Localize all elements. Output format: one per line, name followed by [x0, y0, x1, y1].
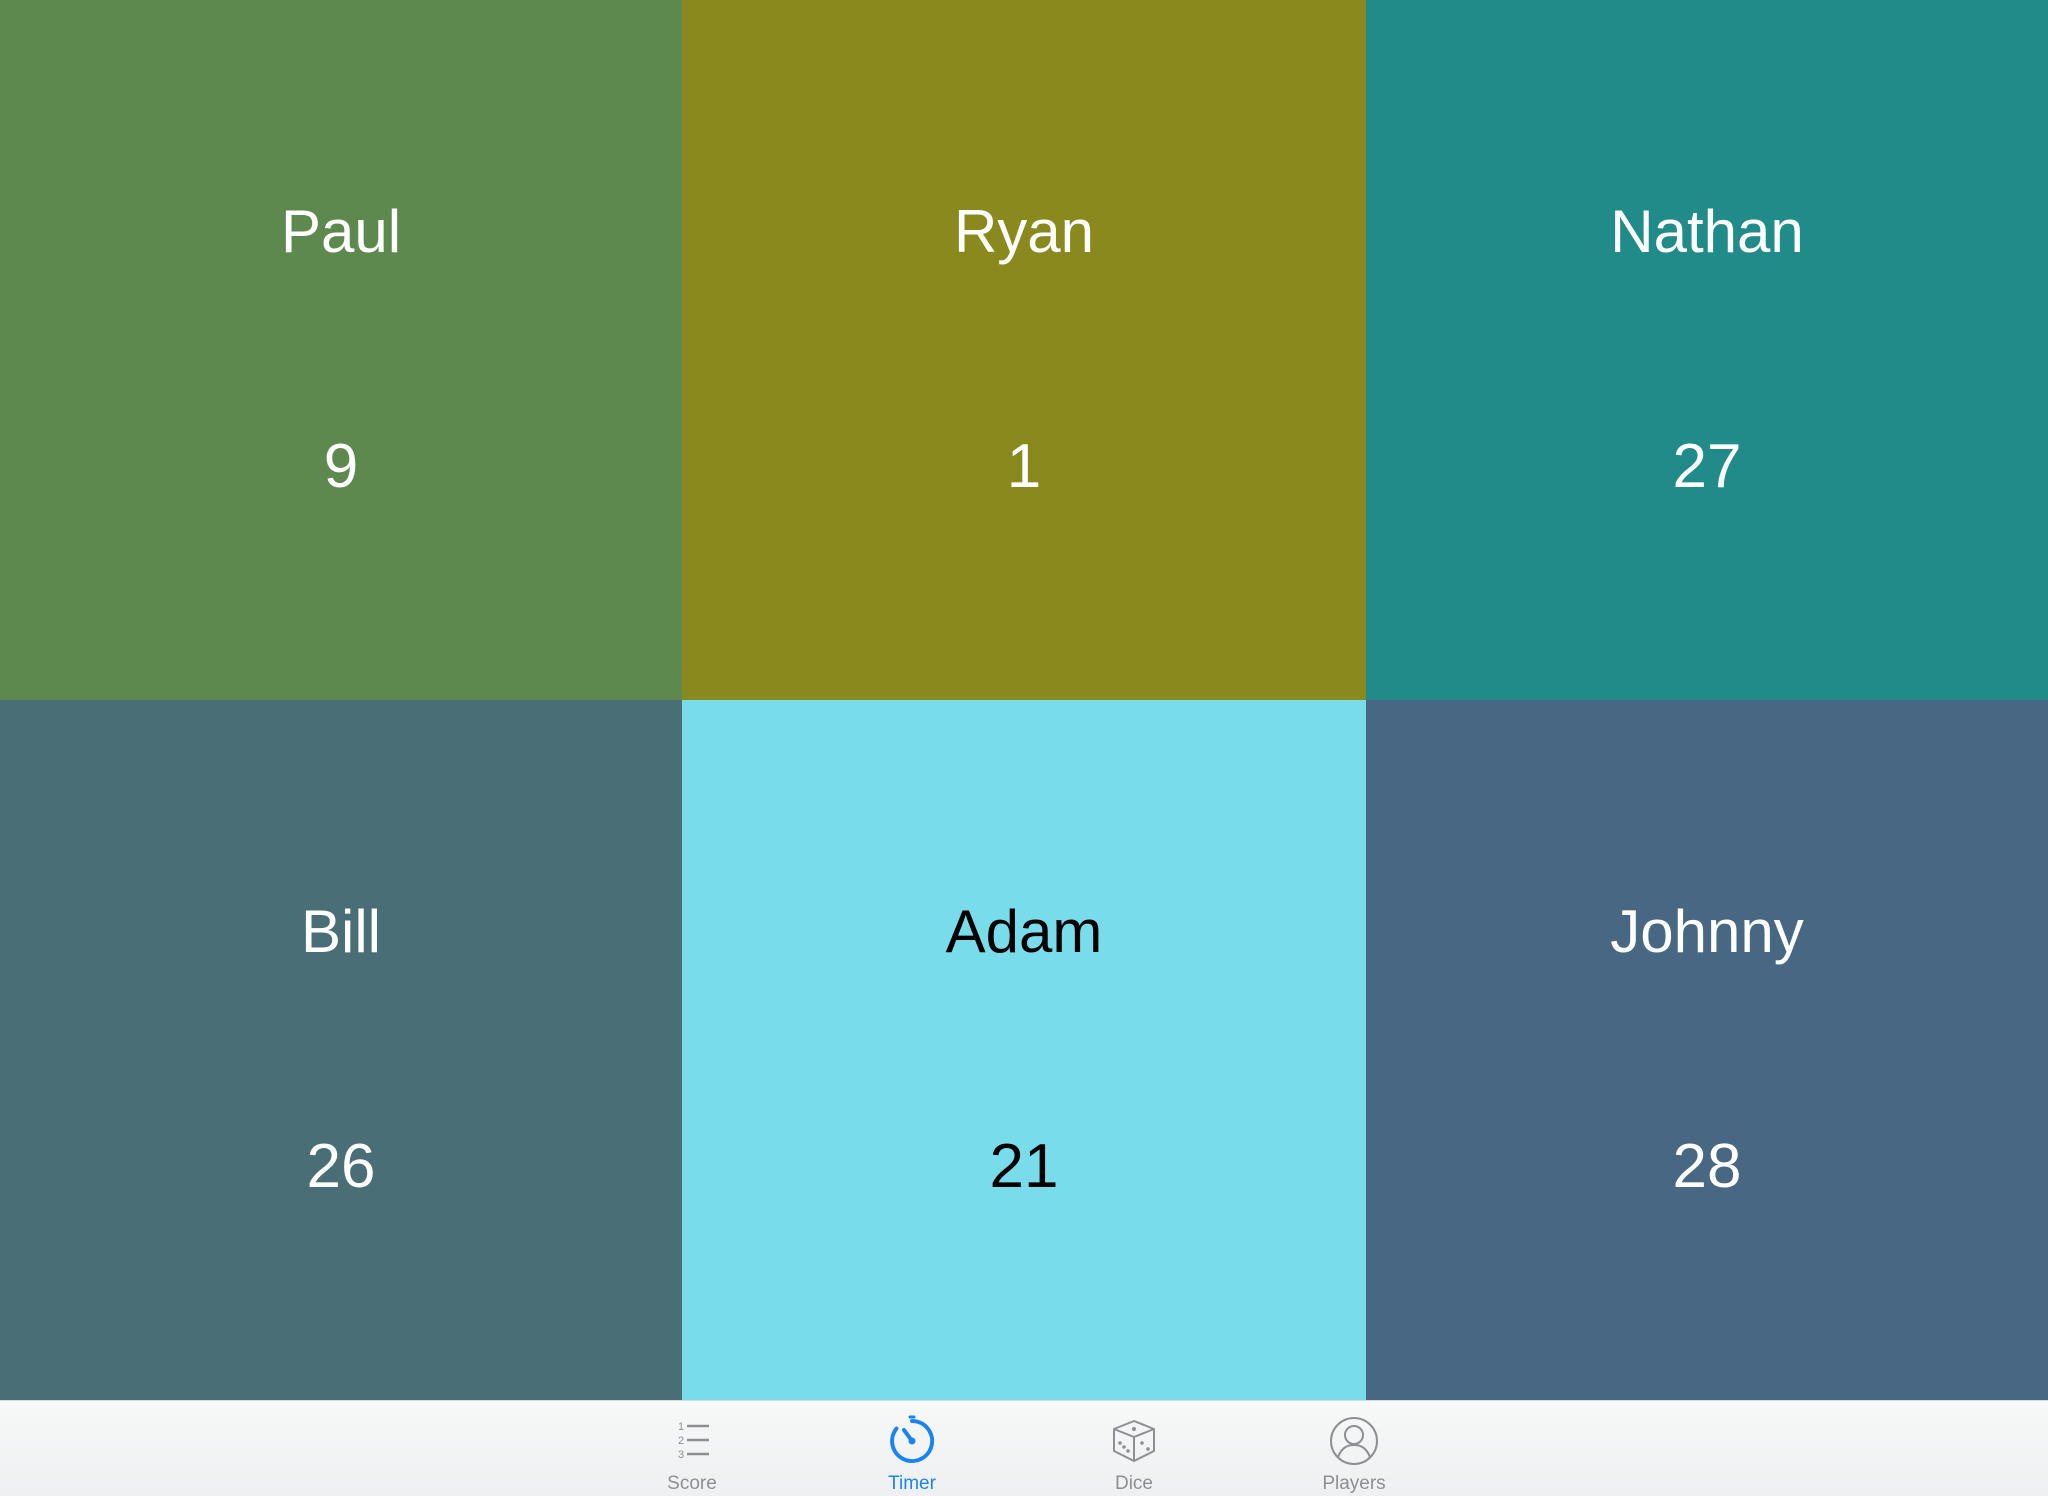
player-score: 1 [1006, 432, 1042, 501]
player-tile-adam[interactable]: Adam 21 [682, 700, 1366, 1400]
player-score: 21 [989, 1132, 1059, 1201]
tab-players[interactable]: Players [1279, 1401, 1429, 1496]
timer-icon [884, 1413, 940, 1469]
player-grid: Paul 9 Ryan 1 Nathan 27 Bill 26 Adam 21 … [0, 0, 2048, 1400]
svg-text:3: 3 [678, 1449, 684, 1461]
player-name: Johnny [1610, 898, 1804, 965]
player-score: 9 [323, 432, 359, 501]
dice-icon [1106, 1413, 1162, 1469]
tab-dice[interactable]: Dice [1059, 1401, 1209, 1496]
player-tile-nathan[interactable]: Nathan 27 [1366, 0, 2048, 700]
app: Paul 9 Ryan 1 Nathan 27 Bill 26 Adam 21 … [0, 0, 2048, 1496]
player-tile-bill[interactable]: Bill 26 [0, 700, 682, 1400]
player-name: Paul [280, 198, 402, 265]
player-tile-ryan[interactable]: Ryan 1 [682, 0, 1366, 700]
player-score: 28 [1672, 1132, 1742, 1201]
player-score: 26 [306, 1132, 376, 1201]
tab-label: Timer [888, 1473, 936, 1494]
tab-label: Dice [1114, 1473, 1153, 1494]
svg-text:2: 2 [678, 1435, 684, 1447]
players-icon [1326, 1413, 1382, 1469]
tab-timer[interactable]: Timer [837, 1401, 987, 1496]
tab-score[interactable]: 1 2 3 Score [617, 1401, 767, 1496]
svg-text:1: 1 [678, 1421, 684, 1433]
player-name: Nathan [1610, 198, 1804, 265]
player-name: Adam [945, 898, 1103, 965]
tab-label: Players [1322, 1473, 1386, 1494]
player-tile-paul[interactable]: Paul 9 [0, 0, 682, 700]
tab-bar: 1 2 3 Score Timer Dice Players [0, 1400, 2048, 1496]
player-name: Bill [300, 898, 381, 965]
player-name: Ryan [953, 198, 1095, 265]
player-score: 27 [1672, 432, 1742, 501]
player-tile-johnny[interactable]: Johnny 28 [1366, 700, 2048, 1400]
score-list-icon: 1 2 3 [664, 1413, 720, 1469]
tab-label: Score [667, 1473, 717, 1494]
